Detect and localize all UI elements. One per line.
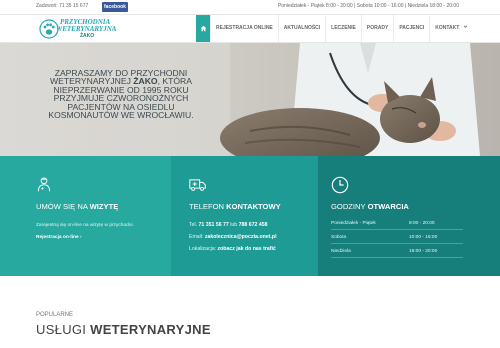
appointment-title-light: UMÓW SIĘ NA — [36, 202, 90, 211]
hours-day: Sobota — [331, 235, 347, 240]
contact-panel: TELEFON KONTAKTOWY Tel. 71 351 56 77 lub… — [171, 156, 318, 276]
email-label: Email: — [189, 234, 205, 240]
hours-row: Sobota 10:00 - 16:00 — [331, 232, 463, 244]
location-label: Lokalizacja: — [189, 246, 218, 252]
chevron-right-icon: › — [80, 235, 82, 240]
appointment-text: Zarejestruj się on-line na wizytę w przy… — [36, 223, 134, 228]
facebook-button[interactable]: facebook — [102, 2, 128, 12]
contact-email-row: Email: zakolecznica@poczta.onet.pl — [189, 234, 277, 240]
opening-hours-panel: GODZINY OTWARCIA Poniedziałek - Piątek 8… — [318, 156, 500, 276]
hours-row: Niedziela 18:00 - 20:00 — [331, 246, 463, 258]
hero-banner: ZAPRASZAMY DO PRZYCHODNI WETERYNARYJNEJ … — [0, 43, 500, 156]
top-bar: Zadzwoń: 71 35 15 677 facebook Poniedzia… — [0, 0, 500, 15]
phone-number[interactable]: Zadzwoń: 71 35 15 677 — [36, 3, 88, 9]
hours-title-light: GODZINY — [331, 202, 368, 211]
services-title-bold: WETERYNARYJNE — [90, 322, 211, 337]
hours-row: Poniedziałek - Piątek 8:00 - 20:00 — [331, 218, 463, 230]
nav-item-treatment[interactable]: LECZENIE — [325, 15, 361, 42]
tel-value[interactable]: 71 351 56 77 — [199, 222, 229, 228]
contact-title: TELEFON KONTAKTOWY — [189, 202, 281, 211]
nav-item-registration[interactable]: REJESTRACJA ONLINE — [210, 15, 278, 42]
nav-item-advice[interactable]: PORADY — [360, 15, 393, 42]
services-eyebrow: POPULARNE — [36, 312, 74, 318]
tel-label: Tel. — [189, 222, 199, 228]
services-title: USŁUGI WETERYNARYJNE — [36, 322, 211, 337]
appointment-panel: UMÓW SIĘ NA WIZYTĘ Zarejestruj się on-li… — [0, 156, 171, 276]
contact-title-light: TELEFON — [189, 202, 227, 211]
logo-line-2: WETERYNARYJNA — [56, 25, 117, 33]
email-link[interactable]: zakolecznica@poczta.onet.pl — [205, 234, 277, 240]
registration-link-label: Rejestracja on-line — [36, 235, 79, 240]
tel-or: lub — [228, 222, 239, 228]
home-icon — [200, 25, 206, 32]
chevron-down-icon — [463, 25, 467, 28]
hours-time: 8:00 - 20:00 — [409, 221, 435, 226]
nav-menu: REJESTRACJA ONLINE AKTUALNOŚCI LECZENIE … — [196, 15, 473, 42]
clinic-logo[interactable]: PRZYCHODNIA WETERYNARYJNA ŻAKO — [38, 16, 118, 42]
info-columns: UMÓW SIĘ NA WIZYTĘ Zarejestruj się on-li… — [0, 156, 500, 276]
ambulance-icon — [189, 179, 206, 191]
nav-home[interactable] — [196, 15, 210, 42]
services-section: POPULARNE USŁUGI WETERYNARYJNE — [0, 276, 500, 348]
hours-day: Niedziela — [331, 249, 351, 254]
main-navbar: PRZYCHODNIA WETERYNARYJNA ŻAKO REJESTRAC… — [0, 15, 500, 43]
hours-day: Poniedziałek - Piątek — [331, 221, 376, 226]
clock-icon — [331, 176, 349, 194]
contact-location-row: Lokalizacja: zobacz jak do nas trafić — [189, 246, 276, 252]
vet-doctor-icon — [37, 177, 51, 192]
location-link[interactable]: zobacz jak do nas trafić — [218, 246, 276, 252]
opening-hours-summary: Poniedziałek - Piątek 8:00 - 20:00 | Sob… — [277, 3, 459, 9]
opening-hours-title: GODZINY OTWARCIA — [331, 202, 409, 211]
tel-value-2[interactable]: 788 672 458 — [239, 222, 268, 228]
appointment-title: UMÓW SIĘ NA WIZYTĘ — [36, 202, 118, 211]
contact-phone-row: Tel. 71 351 56 77 lub 788 672 458 — [189, 222, 267, 228]
hours-title-bold: OTWARCIA — [367, 202, 409, 211]
hero-welcome-text: ZAPRASZAMY DO PRZYCHODNI WETERYNARYJNEJ … — [36, 69, 206, 120]
registration-link[interactable]: Rejestracja on-line › — [36, 235, 82, 240]
contact-title-bold: KONTAKTOWY — [226, 202, 281, 211]
nav-item-contact-label: KONTAKT — [435, 25, 460, 31]
nav-item-patients[interactable]: PACJENCI — [393, 15, 429, 42]
hours-time: 10:00 - 16:00 — [409, 235, 438, 240]
hours-time: 18:00 - 20:00 — [409, 249, 438, 254]
services-title-light: USŁUGI — [36, 322, 91, 337]
appointment-title-bold: WIZYTĘ — [89, 202, 119, 211]
logo-line-3: ŻAKO — [80, 33, 95, 39]
nav-item-contact[interactable]: KONTAKT — [429, 15, 472, 42]
nav-item-news[interactable]: AKTUALNOŚCI — [277, 15, 325, 42]
